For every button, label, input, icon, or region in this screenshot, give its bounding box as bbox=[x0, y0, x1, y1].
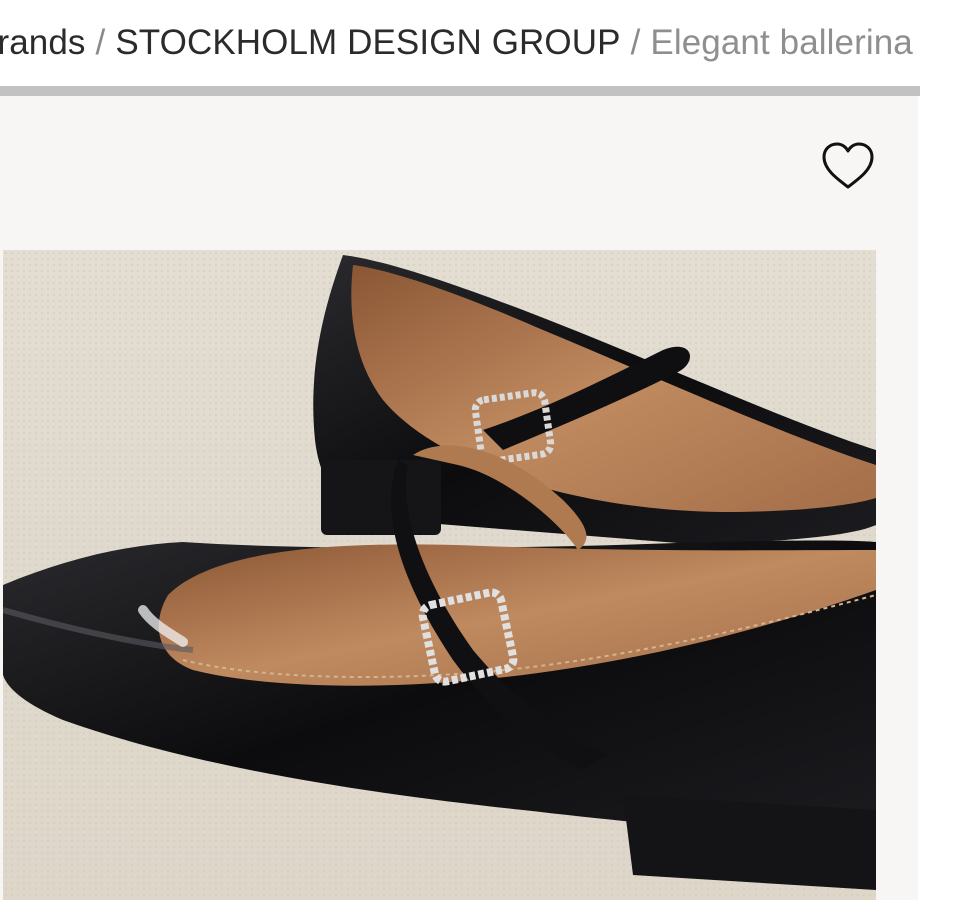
breadcrumb-item-brands[interactable]: Brands bbox=[0, 23, 86, 63]
breadcrumb-separator: / bbox=[630, 23, 641, 62]
breadcrumb-current-product: Elegant ballerina bbox=[650, 23, 913, 62]
breadcrumb: Brands / STOCKHOLM DESIGN GROUP / Elegan… bbox=[0, 0, 960, 86]
breadcrumb-separator: / bbox=[95, 23, 106, 62]
wishlist-button[interactable] bbox=[818, 138, 878, 194]
product-photo-illustration bbox=[3, 250, 876, 900]
header-divider bbox=[0, 86, 920, 96]
product-photo[interactable] bbox=[3, 250, 876, 900]
heart-outline-icon bbox=[822, 142, 874, 189]
breadcrumb-item-brand[interactable]: STOCKHOLM DESIGN GROUP bbox=[115, 23, 620, 63]
